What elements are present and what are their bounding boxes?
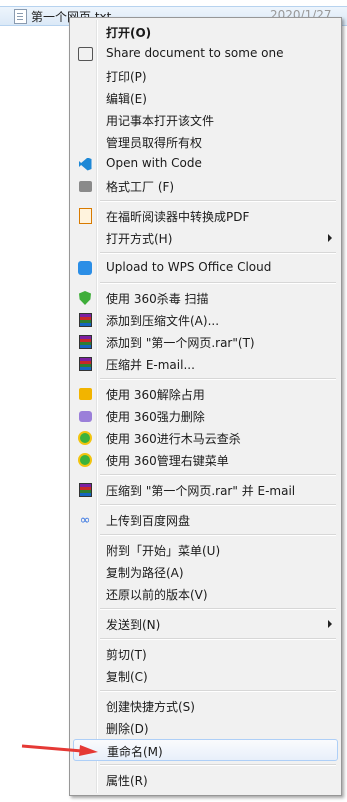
menu-item-open-notepad[interactable]: 用记事本打开该文件 [73, 109, 338, 131]
menu-item-360-unlock[interactable]: 使用 360解除占用 [73, 383, 338, 405]
winrar-icon [77, 482, 93, 498]
pdf-convert-icon [77, 208, 93, 224]
menu-item-label: 复制为路径(A) [106, 566, 184, 580]
menu-item-share-document[interactable]: Share document to some one [73, 43, 338, 65]
menu-item-label: 还原以前的版本(V) [106, 588, 208, 602]
menu-item-label: 管理员取得所有权 [106, 136, 203, 150]
menu-separator [100, 282, 336, 284]
submenu-arrow-icon [328, 620, 332, 628]
context-menu: 打开(O) Share document to some one 打印(P) 编… [69, 17, 342, 796]
menu-item-baidu-upload[interactable]: ∞ 上传到百度网盘 [73, 509, 338, 531]
menu-item-compress-email[interactable]: 压缩并 E-mail... [73, 353, 338, 375]
menu-separator [100, 378, 336, 380]
menu-item-label: Share document to some one [106, 46, 284, 60]
menu-item-label: 使用 360解除占用 [106, 388, 205, 402]
wps-cloud-icon [77, 260, 93, 276]
menu-item-wps-cloud[interactable]: Upload to WPS Office Cloud [73, 257, 338, 279]
menu-item-label: 编辑(E) [106, 92, 147, 106]
menu-item-restore-versions[interactable]: 还原以前的版本(V) [73, 583, 338, 605]
menu-item-copy-as-path[interactable]: 复制为路径(A) [73, 561, 338, 583]
menu-item-360-scan[interactable]: 使用 360杀毒 扫描 [73, 287, 338, 309]
menu-item-copy[interactable]: 复制(C) [73, 665, 338, 687]
menu-item-360-trojan-scan[interactable]: 使用 360进行木马云查杀 [73, 427, 338, 449]
menu-separator [100, 534, 336, 536]
menu-item-360-force-delete[interactable]: 使用 360强力删除 [73, 405, 338, 427]
360-shield-icon [77, 290, 93, 306]
menu-item-label: 打开方式(H) [106, 232, 173, 246]
menu-item-label: 使用 360管理右键菜单 [106, 454, 229, 468]
menu-separator [100, 504, 336, 506]
menu-item-pin-start[interactable]: 附到「开始」菜单(U) [73, 539, 338, 561]
menu-item-label: 使用 360强力删除 [106, 410, 205, 424]
menu-item-label: 格式工厂 (F) [106, 180, 175, 194]
360-unlock-icon [77, 386, 93, 402]
menu-separator [100, 690, 336, 692]
vscode-icon [77, 156, 93, 172]
menu-item-label: 使用 360杀毒 扫描 [106, 292, 209, 306]
menu-item-label: 添加到压缩文件(A)... [106, 314, 220, 328]
menu-item-format-factory[interactable]: 格式工厂 (F) [73, 175, 338, 197]
menu-item-label: Upload to WPS Office Cloud [106, 260, 272, 274]
winrar-icon [77, 356, 93, 372]
menu-item-foxit-pdf[interactable]: 在福昕阅读器中转换成PDF [73, 205, 338, 227]
menu-item-properties[interactable]: 属性(R) [73, 769, 338, 791]
menu-separator [100, 764, 336, 766]
menu-item-open-with-code[interactable]: Open with Code [73, 153, 338, 175]
menu-item-label: 使用 360进行木马云查杀 [106, 432, 241, 446]
baidu-netdisk-icon: ∞ [79, 512, 91, 528]
menu-item-rename[interactable]: 重命名(M) [73, 739, 338, 761]
menu-item-delete[interactable]: 删除(D) [73, 717, 338, 739]
menu-item-cut[interactable]: 剪切(T) [73, 643, 338, 665]
menu-item-open[interactable]: 打开(O) [73, 21, 338, 43]
menu-item-360-manage-menu[interactable]: 使用 360管理右键菜单 [73, 449, 338, 471]
menu-item-label: 压缩并 E-mail... [106, 358, 195, 372]
menu-item-label: 附到「开始」菜单(U) [106, 544, 221, 558]
menu-item-label: 发送到(N) [106, 618, 161, 632]
360-trojan-icon [77, 430, 93, 446]
share-icon [77, 46, 93, 62]
menu-item-label: 用记事本打开该文件 [106, 114, 215, 128]
menu-item-add-to-archive[interactable]: 添加到压缩文件(A)... [73, 309, 338, 331]
menu-item-take-ownership[interactable]: 管理员取得所有权 [73, 131, 338, 153]
menu-item-label: 创建快捷方式(S) [106, 700, 195, 714]
360-erase-icon [77, 408, 93, 424]
submenu-arrow-icon [328, 234, 332, 242]
menu-separator [100, 608, 336, 610]
menu-item-label: 打开(O) [106, 26, 152, 40]
menu-item-print[interactable]: 打印(P) [73, 65, 338, 87]
menu-item-label: 压缩到 "第一个网页.rar" 并 E-mail [106, 484, 296, 498]
menu-separator [100, 200, 336, 202]
menu-item-edit[interactable]: 编辑(E) [73, 87, 338, 109]
menu-item-label: 在福昕阅读器中转换成PDF [106, 210, 250, 224]
menu-item-label: 属性(R) [106, 774, 148, 788]
menu-item-open-with[interactable]: 打开方式(H) [73, 227, 338, 249]
menu-item-label: 剪切(T) [106, 648, 147, 662]
annotation-arrow-icon [21, 744, 98, 756]
winrar-icon [77, 312, 93, 328]
menu-item-label: 复制(C) [106, 670, 148, 684]
menu-item-label: 上传到百度网盘 [106, 514, 191, 528]
menu-item-compress-to-rar-email[interactable]: 压缩到 "第一个网页.rar" 并 E-mail [73, 479, 338, 501]
menu-item-label: 打印(P) [106, 70, 147, 84]
360-menu-icon [77, 452, 93, 468]
winrar-icon [77, 334, 93, 350]
text-file-icon [14, 9, 27, 24]
menu-item-label: 重命名(M) [107, 745, 163, 759]
format-factory-icon [77, 178, 93, 194]
menu-item-add-to-rar[interactable]: 添加到 "第一个网页.rar"(T) [73, 331, 338, 353]
menu-item-create-shortcut[interactable]: 创建快捷方式(S) [73, 695, 338, 717]
menu-item-label: 添加到 "第一个网页.rar"(T) [106, 336, 255, 350]
menu-separator [100, 638, 336, 640]
menu-item-label: 删除(D) [106, 722, 149, 736]
menu-separator [100, 252, 336, 254]
menu-separator [100, 474, 336, 476]
menu-item-send-to[interactable]: 发送到(N) [73, 613, 338, 635]
menu-item-label: Open with Code [106, 156, 202, 170]
